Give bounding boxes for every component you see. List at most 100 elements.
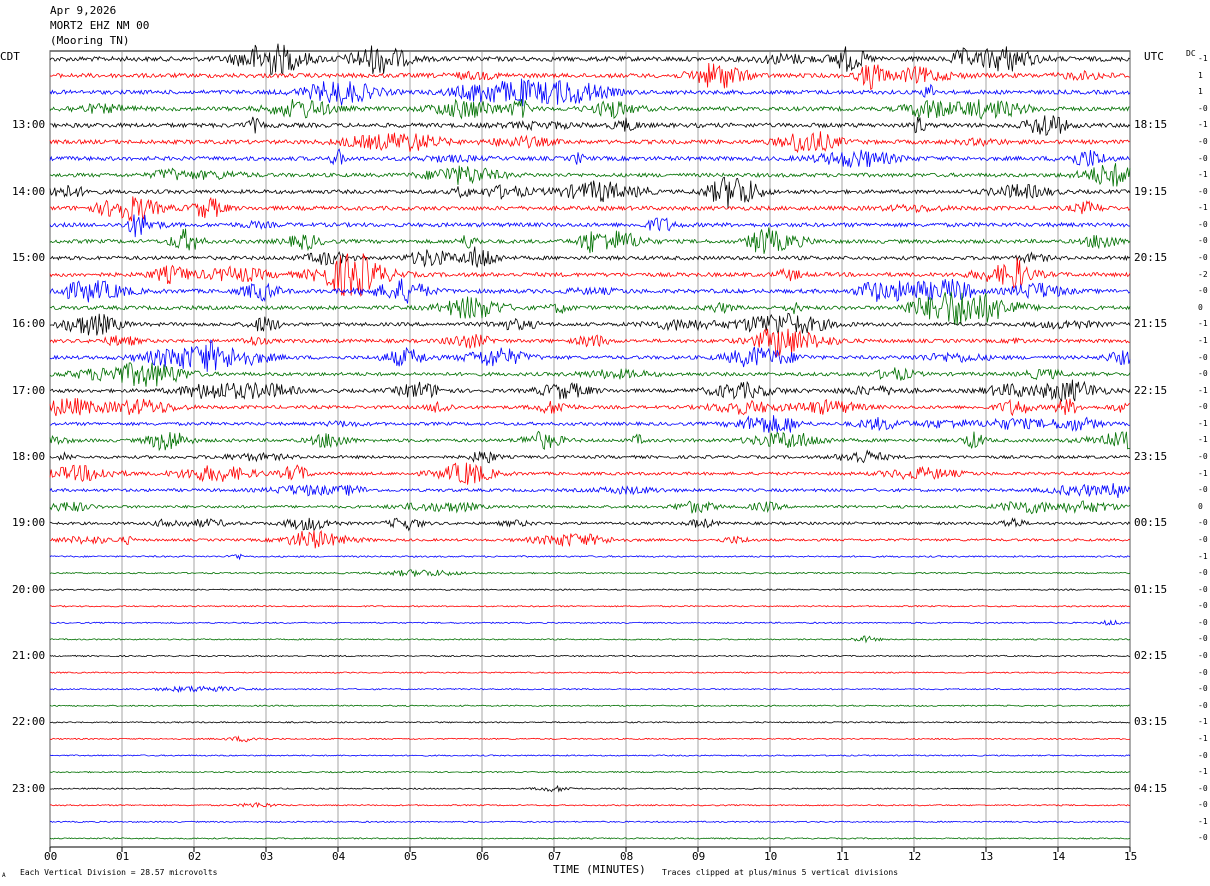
utc-hour-label: 21:15 (1134, 317, 1168, 331)
cdt-hour-label: 15:00 (12, 251, 46, 264)
x-tick-label: 12 (908, 850, 922, 863)
dc-offset-value: 0 (1198, 302, 1203, 312)
trace-row (49, 784, 1131, 793)
x-tick-label: 04 (332, 850, 346, 863)
trace-row (49, 62, 1131, 91)
trace-row (49, 148, 1131, 168)
trace-row (49, 339, 1131, 372)
utc-hour-label: 20:15 (1134, 251, 1168, 264)
dc-offset-value: -0 (1198, 750, 1208, 760)
dc-offset-value: -1 (1198, 120, 1208, 130)
x-tick-label: 14 (1052, 850, 1066, 863)
dc-offset-value: -2 (1198, 269, 1208, 279)
x-tick-label: 02 (188, 850, 202, 863)
dc-offset-value: -0 (1198, 286, 1208, 296)
x-tick-label: 15 (1124, 850, 1138, 863)
x-tick-label: 08 (620, 850, 634, 863)
trace-row (49, 802, 1131, 809)
dc-offset-value: -0 (1198, 352, 1208, 362)
trace-row (49, 754, 1131, 757)
dc-offset-value: -0 (1198, 800, 1208, 810)
dc-offset-value: -1 (1198, 733, 1208, 743)
dc-offset-value: -1 (1198, 385, 1208, 395)
cdt-hour-label: 21:00 (12, 649, 46, 662)
dc-offset-value: -0 (1198, 153, 1208, 163)
trace-row (49, 415, 1131, 433)
utc-hour-label: 04:15 (1134, 781, 1168, 795)
trace-row (49, 635, 1131, 644)
dc-offset-value: -0 (1198, 568, 1208, 578)
utc-hour-label: 18:15 (1134, 118, 1168, 132)
dc-offset-value: -0 (1198, 684, 1208, 694)
utc-hour-label: 19:15 (1134, 184, 1168, 198)
dc-offset-value: -0 (1198, 783, 1208, 793)
dc-offset-value: -0 (1198, 485, 1208, 495)
dc-offset-value: -1 (1198, 717, 1208, 727)
dc-offset-value: -1 (1198, 170, 1208, 180)
trace-row (49, 721, 1131, 724)
dc-offset-value: -0 (1198, 601, 1208, 611)
trace-row (49, 569, 1131, 577)
cdt-hour-label: 17:00 (12, 383, 46, 397)
trace-row (49, 735, 1131, 743)
x-tick-label: 13 (980, 850, 994, 863)
dc-offset-value: -1 (1198, 767, 1208, 777)
trace-row (49, 462, 1131, 485)
x-tick-label: 09 (692, 850, 706, 863)
dc-offset-value: -1 (1198, 203, 1208, 213)
dc-offset-value: 1 (1198, 70, 1203, 80)
trace-row (49, 312, 1131, 336)
dc-offset-value: -0 (1198, 186, 1208, 196)
dc-offset-value: -0 (1198, 369, 1208, 379)
corner-mark: A (2, 872, 6, 879)
cdt-hour-label: 19:00 (12, 516, 46, 530)
trace-row (50, 115, 1131, 136)
dc-offset-value: -1 (1198, 551, 1208, 561)
trace-row (49, 98, 1131, 120)
trace-row (49, 529, 1131, 549)
utc-hour-label: 02:15 (1134, 649, 1168, 662)
dc-offset-value: -0 (1198, 617, 1208, 627)
trace-row (49, 379, 1131, 403)
cdt-hour-label: 13:00 (12, 118, 46, 132)
trace-row (49, 605, 1131, 608)
trace-row (49, 671, 1131, 674)
dc-offset-value: -0 (1198, 833, 1208, 843)
dc-offset-value: -0 (1198, 700, 1208, 710)
trace-row (49, 553, 1131, 561)
trace-row (49, 430, 1131, 452)
trace-row (49, 517, 1131, 532)
clip-note: Traces clipped at plus/minus 5 vertical … (662, 868, 899, 877)
cdt-hour-label: 16:00 (12, 317, 46, 331)
dc-offset-value: -0 (1198, 534, 1208, 544)
dc-offset-value: -0 (1198, 236, 1208, 246)
dc-offset-value: 1 (1198, 87, 1203, 97)
utc-hour-label: 23:15 (1134, 450, 1168, 463)
dc-offset-value: -0 (1198, 651, 1208, 660)
trace-row (49, 685, 1131, 693)
dc-offset-value: 0 (1198, 501, 1203, 511)
dc-offset-value: -0 (1198, 634, 1208, 644)
trace-row (49, 704, 1131, 707)
cdt-hour-label: 23:00 (12, 781, 46, 795)
trace-row (49, 837, 1131, 840)
dc-offset-value: -1 (1198, 319, 1208, 329)
dc-offset-value: -1 (1198, 335, 1208, 345)
dc-offset-value: -1 (1198, 418, 1208, 428)
scale-note: Each Vertical Division = 28.57 microvolt… (20, 868, 218, 877)
trace-row (49, 43, 1131, 75)
utc-hour-label: 03:15 (1134, 715, 1168, 729)
trace-row (49, 291, 1131, 326)
dc-offset-value: -1 (1198, 54, 1208, 63)
trace-row (49, 362, 1131, 387)
x-tick-label: 07 (548, 850, 562, 863)
utc-hour-label: 00:15 (1134, 516, 1168, 530)
plot-frame (49, 50, 1131, 848)
trace-row (49, 78, 1131, 107)
dc-offset-value: -0 (1198, 253, 1208, 262)
x-tick-label: 05 (404, 850, 418, 863)
trace-row (49, 227, 1131, 254)
cdt-hour-label: 14:00 (12, 184, 46, 198)
utc-hour-label: 22:15 (1134, 383, 1168, 397)
trace-row (49, 770, 1131, 774)
